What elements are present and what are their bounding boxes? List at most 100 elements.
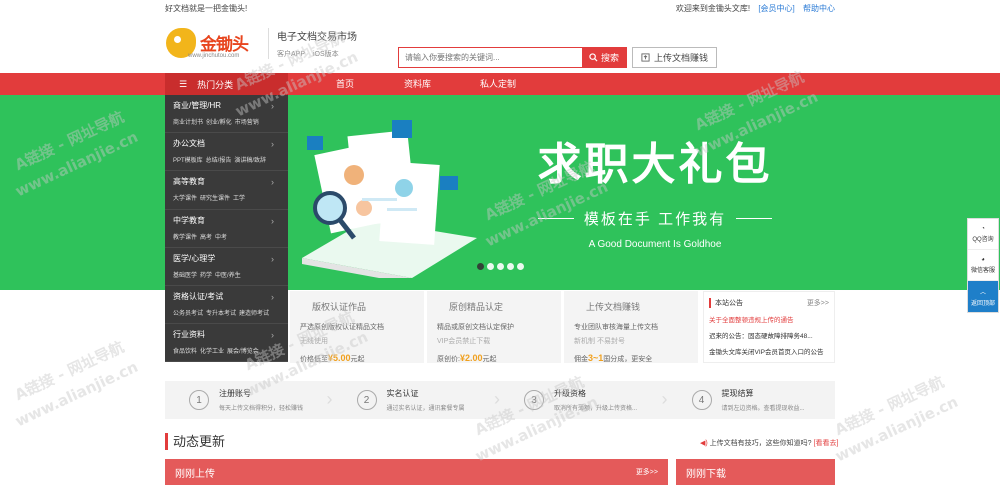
feature-upload-earn[interactable]: 上传文档赚钱 专业团队审核海量上传文档 新机制 不易封号 佣金3~1国分成，更安… xyxy=(564,291,698,363)
category-medicine[interactable]: 医学/心理学 基础医学 药学 中医/养生 › xyxy=(165,248,288,286)
header: 金锄头 www.jinchutou.com 电子文档交易市场 客户APP iOS… xyxy=(0,16,1000,73)
step-title: 实名认证 xyxy=(386,389,419,398)
hot-category-toggle[interactable]: ☰ 热门分类 xyxy=(165,73,288,95)
chevron-right-icon: › xyxy=(271,291,274,302)
category-business[interactable]: 商业/管理/HR 商业计划书 创业/孵化 市场营销 › xyxy=(165,95,288,134)
sub-link[interactable]: 中考 xyxy=(215,235,227,241)
upload-icon xyxy=(641,53,650,62)
sub-link[interactable]: 高考 xyxy=(200,235,212,241)
upload-button-label: 上传文档赚钱 xyxy=(653,53,708,63)
sub-link[interactable]: 商业计划书 xyxy=(173,120,203,126)
help-center-link[interactable]: 帮助中心 xyxy=(803,4,835,13)
promo-banner[interactable] xyxy=(0,95,1000,290)
category-subs: PPT模板库 总结/报告 演讲稿/致辞 xyxy=(173,155,282,164)
feature-copyright[interactable]: 版权认证作品 严选原创版权认证精品文档 无线使用 价格低至¥5.00元起 xyxy=(290,291,424,363)
price-label: 价格低至 xyxy=(300,356,328,363)
notice-header: 本站公告 更多>> xyxy=(709,298,829,308)
notice-title: 本站公告 xyxy=(709,298,743,308)
notice-item[interactable]: 关于全面整顿违规上传的通告 xyxy=(709,314,829,324)
category-title: 高等教育 xyxy=(173,177,205,187)
app-links: 客户APP iOS版本 xyxy=(277,49,357,59)
back-to-top-button[interactable]: ︿ 返回顶部 xyxy=(968,281,998,312)
sub-link[interactable]: 化学工业 xyxy=(200,349,224,355)
step-withdraw[interactable]: 4 提现结算 请到左边资格。查看提现收益... xyxy=(668,381,836,419)
sub-link[interactable]: 总结/报告 xyxy=(206,158,232,164)
chevron-right-icon: › xyxy=(271,330,274,341)
sub-link[interactable]: 中医/养生 xyxy=(215,273,241,279)
sub-link[interactable]: 公务员考试 xyxy=(173,311,203,317)
feature-original[interactable]: 原创精品认定 精品或原创文档认定保护 VIP会员禁止下载 原创价:¥2.00元起 xyxy=(427,291,561,363)
sub-link[interactable]: 教学课件 xyxy=(173,235,197,241)
banner-dot[interactable] xyxy=(517,263,524,270)
step-number: 2 xyxy=(356,390,377,410)
banner-dot[interactable] xyxy=(497,263,504,270)
sub-link[interactable]: 基础医学 xyxy=(173,273,197,279)
category-title: 中学教育 xyxy=(173,215,205,225)
price-value: ¥5.00 xyxy=(328,353,351,363)
sub-link[interactable]: 演讲稿/致辞 xyxy=(234,158,266,164)
notice-more-link[interactable]: 更多>> xyxy=(807,298,829,308)
step-verify[interactable]: 2 实名认证 通过实名认证，通讯套餐专属 › xyxy=(333,381,500,419)
sub-link[interactable]: 工学 xyxy=(233,196,245,202)
sub-link[interactable]: 展会/博览会 xyxy=(227,349,259,355)
category-certification[interactable]: 资格认证/考试 公务员考试 专升本考试 建造师考试 › xyxy=(165,286,288,325)
step-number: 4 xyxy=(691,390,712,410)
sub-link[interactable]: 药学 xyxy=(200,273,212,279)
sub-link[interactable]: 专升本考试 xyxy=(206,311,236,317)
recent-upload-more-link[interactable]: 更多>> xyxy=(636,467,658,479)
steps-bar: 1 注册账号 每天上传文档得积分，轻松赚钱 › 2 实名认证 通过实名认证，通讯套餐… xyxy=(165,381,835,419)
dynamic-tip-link[interactable]: [看看去] xyxy=(814,440,839,447)
member-center-link[interactable]: [会员中心] xyxy=(758,4,794,13)
wechat-label: 微信客服 xyxy=(970,267,995,274)
sub-link[interactable]: 建造师考试 xyxy=(239,311,269,317)
hot-category-label: 热门分类 xyxy=(197,79,234,90)
search-input[interactable] xyxy=(399,48,582,67)
search-button[interactable]: 搜索 xyxy=(582,48,626,67)
category-title: 办公文档 xyxy=(173,139,205,149)
nav-home[interactable]: 首页 xyxy=(336,73,354,95)
step-title: 注册账号 xyxy=(219,389,251,398)
site-logo[interactable]: 金锄头 www.jinchutou.com xyxy=(166,26,256,66)
step-upgrade[interactable]: 3 升级资格 取消所有薄额，升级上传资格... › xyxy=(500,381,668,419)
wechat-service-button[interactable]: ◕ 微信客服 xyxy=(968,250,998,281)
banner-dot[interactable] xyxy=(477,263,484,270)
category-sidebar: 商业/管理/HR 商业计划书 创业/孵化 市场营销 › 办公文档 PPT模板库 总结/… xyxy=(165,95,288,363)
step-desc: 每天上传文档得积分，轻松赚钱 xyxy=(219,406,304,412)
price-value: 3~1 xyxy=(588,353,604,363)
sub-link[interactable]: 创业/孵化 xyxy=(206,120,232,126)
sub-link[interactable]: 大学课件 xyxy=(173,196,197,202)
category-higher-edu[interactable]: 高等教育 大学课件 研究生课件 工学 › xyxy=(165,171,288,210)
search-bar: 搜索 xyxy=(398,47,627,68)
ios-link[interactable]: iOS版本 xyxy=(313,51,339,58)
step-register[interactable]: 1 注册账号 每天上传文档得积分，轻松赚钱 › xyxy=(165,381,333,419)
price-label: 原创价: xyxy=(437,356,460,363)
banner-dot[interactable] xyxy=(507,263,514,270)
dynamic-tip: ◀) 上传文档有技巧，这些你知道吗? [看看去] xyxy=(700,438,838,448)
sub-link[interactable]: 市场营销 xyxy=(235,120,259,126)
category-industry[interactable]: 行业资料 食品饮料 化学工业 展会/博览会 › xyxy=(165,324,288,363)
category-middle-school[interactable]: 中学教育 教学课件 高考 中考 › xyxy=(165,210,288,248)
sub-link[interactable]: 研究生课件 xyxy=(200,196,230,202)
banner-dot[interactable] xyxy=(487,263,494,270)
sub-link[interactable]: PPT模板库 xyxy=(173,158,203,164)
price-unit: 元起 xyxy=(350,356,365,363)
recent-download-header: 刚刚下载 xyxy=(676,459,835,485)
feature-cards: 版权认证作品 严选原创版权认证精品文档 无线使用 价格低至¥5.00元起 原创精… xyxy=(290,291,698,363)
nav-library[interactable]: 资料库 xyxy=(404,73,431,95)
notice-item[interactable]: 金锄头文库关闭VIP会员首页入口的公告 xyxy=(709,346,829,356)
nav-custom[interactable]: 私人定制 xyxy=(480,73,516,95)
logo-name: 金锄头 xyxy=(200,35,249,54)
sub-link[interactable]: 食品饮料 xyxy=(173,349,197,355)
dynamic-title: 动态更新 xyxy=(165,433,225,450)
category-title: 商业/管理/HR xyxy=(173,101,221,110)
upload-button[interactable]: 上传文档赚钱 xyxy=(632,47,717,68)
chevron-right-icon: › xyxy=(271,253,274,264)
topbar: 好文档就是一把金锄头! 欢迎来到金锄头文库! [会员中心] 帮助中心 xyxy=(0,0,1000,16)
notice-item[interactable]: 迟来的公告：固态硬故障排障务48... xyxy=(709,330,829,340)
market-slogan: 电子文档交易市场 客户APP iOS版本 xyxy=(268,28,357,59)
client-app-link[interactable]: 客户APP xyxy=(277,51,305,58)
category-office[interactable]: 办公文档 PPT模板库 总结/报告 演讲稿/致辞 › xyxy=(165,133,288,172)
qq-consult-button[interactable]: ◔ QQ咨询 xyxy=(968,219,998,250)
feature-line: 新机制 不易封号 xyxy=(574,338,625,345)
back-to-top-label: 返回顶部 xyxy=(970,300,995,307)
